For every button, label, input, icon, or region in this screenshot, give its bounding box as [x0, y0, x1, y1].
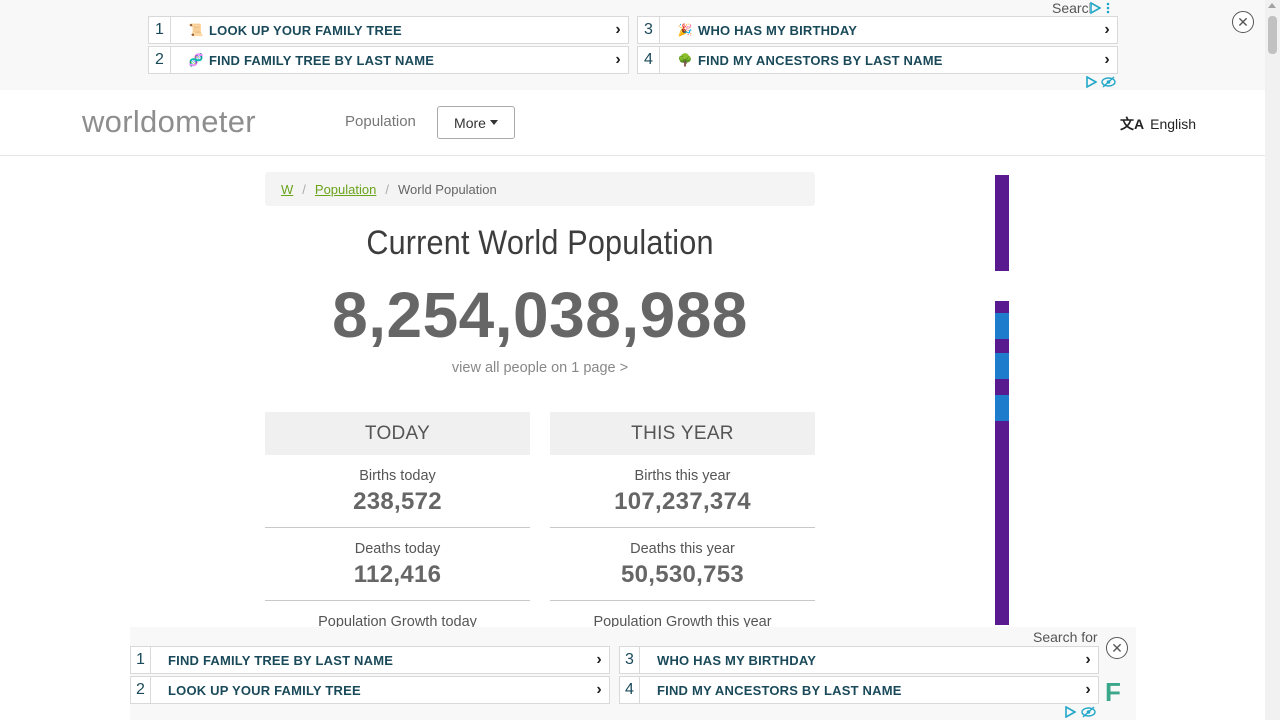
page-title: Current World Population [366, 224, 714, 262]
top-ad-banner: Search for 1 📜 LOOK UP YOUR FAMILY TREE … [0, 0, 1265, 90]
side-ad-button[interactable] [995, 353, 1009, 379]
deaths-this-year-stat: Deaths this year 50,530,753 [550, 528, 815, 601]
nav-population-link[interactable]: Population [345, 113, 416, 130]
hide-ad-icon[interactable] [1081, 706, 1096, 718]
bottom-ad-banner: Search for 1 FIND FAMILY TREE BY LAST NA… [130, 627, 1136, 720]
ad-link-label: FIND FAMILY TREE BY LAST NAME [168, 652, 394, 668]
ad-link-label: FIND FAMILY TREE BY LAST NAME [209, 52, 435, 68]
ad-link-number: 2 [131, 677, 151, 703]
party-icon: 🎉 [677, 23, 693, 37]
ad-link-label: WHO HAS MY BIRTHDAY [698, 22, 858, 38]
logo-text-start: worldo [82, 104, 176, 139]
births-this-year-stat: Births this year 107,237,374 [550, 455, 815, 528]
hide-ad-icon[interactable] [1101, 76, 1116, 88]
caret-down-icon [489, 120, 498, 125]
ad-choices-icon[interactable] [1064, 706, 1076, 718]
ad-link-number: 4 [620, 677, 640, 703]
breadcrumb: W / Population / World Population [265, 172, 815, 206]
more-dropdown-button[interactable]: More [437, 106, 515, 139]
language-label: English [1150, 116, 1197, 132]
ad-link-2[interactable]: 2 🧬 FIND FAMILY TREE BY LAST NAME › [148, 46, 629, 74]
ad-link-3[interactable]: 3 🎉 WHO HAS MY BIRTHDAY › [637, 16, 1118, 44]
scroll-thumb[interactable] [1268, 16, 1277, 54]
world-population-counter: 8,254,038,988 [332, 279, 748, 351]
ad-link-3[interactable]: 3 WHO HAS MY BIRTHDAY › [619, 646, 1099, 674]
ad-search-label: Search for [1033, 629, 1098, 645]
ad-link-number: 4 [638, 47, 660, 73]
stat-value: 238,572 [353, 488, 442, 515]
dna-icon: 🧬 [188, 53, 204, 67]
stat-value: 112,416 [353, 561, 442, 588]
today-heading: TODAY [265, 412, 530, 455]
language-selector[interactable]: 文A English [1120, 114, 1196, 134]
deaths-today-stat: Deaths today 112,416 [265, 528, 530, 601]
worldometer-logo[interactable]: worldometer [82, 104, 256, 140]
ad-link-label: LOOK UP YOUR FAMILY TREE [209, 22, 402, 38]
stat-label: Deaths this year [630, 541, 735, 557]
ad-link-number: 1 [131, 647, 151, 673]
births-today-stat: Births today 238,572 [265, 455, 530, 528]
site-navbar: worldometer Population More 文A English [0, 90, 1265, 156]
tree-icon: 🌳 [677, 53, 693, 67]
chevron-right-icon: › [1104, 21, 1110, 38]
ad-choices-icon[interactable] [1085, 76, 1097, 88]
ad-link-number: 1 [149, 17, 171, 43]
ad-link-label: FIND MY ANCESTORS BY LAST NAME [698, 52, 943, 68]
ad-link-label: WHO HAS MY BIRTHDAY [657, 652, 817, 668]
chevron-right-icon: › [1085, 651, 1091, 668]
logo-text-end: eter [201, 104, 256, 139]
translate-icon: 文A [1120, 116, 1145, 132]
close-ad-button[interactable]: ✕ [1106, 637, 1128, 659]
breadcrumb-separator: / [385, 181, 389, 197]
page-scrollbar[interactable] [1265, 0, 1280, 720]
breadcrumb-current: World Population [397, 181, 497, 197]
chevron-right-icon: › [596, 651, 602, 668]
this-year-heading: THIS YEAR [550, 412, 815, 455]
ad-network-logo-icon[interactable]: F [1105, 677, 1121, 708]
ad-link-number: 2 [149, 47, 171, 73]
ad-choices-icon[interactable] [1089, 2, 1101, 14]
ad-link-label: LOOK UP YOUR FAMILY TREE [168, 682, 361, 698]
ad-search-label: Search for [1052, 0, 1090, 16]
stat-label: Deaths today [354, 541, 441, 557]
chevron-right-icon: › [1104, 51, 1110, 68]
close-ad-button[interactable]: ✕ [1232, 11, 1254, 33]
breadcrumb-separator: / [302, 181, 306, 197]
ad-link-number: 3 [620, 647, 640, 673]
view-all-people-link[interactable]: view all people on 1 page > [265, 360, 815, 376]
side-ad-button[interactable] [995, 313, 1009, 339]
scroll-up-arrow-icon[interactable] [1268, 3, 1276, 8]
breadcrumb-home-link[interactable]: W [281, 182, 293, 197]
chevron-right-icon: › [596, 681, 602, 698]
chevron-right-icon: › [615, 21, 621, 38]
scroll-icon: 📜 [188, 23, 204, 37]
chevron-right-icon: › [615, 51, 621, 68]
side-ad-button[interactable] [995, 395, 1009, 421]
more-label: More [454, 114, 486, 131]
chevron-right-icon: › [1085, 681, 1091, 698]
side-ad-white-band [995, 271, 1009, 301]
ad-link-label: FIND MY ANCESTORS BY LAST NAME [657, 682, 902, 698]
stat-value: 107,237,374 [614, 488, 751, 515]
stat-label: Births this year [634, 468, 731, 484]
ad-link-4[interactable]: 4 FIND MY ANCESTORS BY LAST NAME › [619, 676, 1099, 704]
side-ad-banner[interactable] [995, 175, 1009, 625]
ad-link-4[interactable]: 4 🌳 FIND MY ANCESTORS BY LAST NAME › [637, 46, 1118, 74]
ad-link-number: 3 [638, 17, 660, 43]
ad-menu-icon[interactable] [1104, 2, 1112, 14]
stat-value: 50,530,753 [620, 561, 745, 588]
ad-link-1[interactable]: 1 FIND FAMILY TREE BY LAST NAME › [130, 646, 610, 674]
stat-label: Births today [359, 468, 436, 484]
ad-link-2[interactable]: 2 LOOK UP YOUR FAMILY TREE › [130, 676, 610, 704]
ad-link-1[interactable]: 1 📜 LOOK UP YOUR FAMILY TREE › [148, 16, 629, 44]
breadcrumb-population-link[interactable]: Population [315, 182, 376, 197]
logo-text-mid: m [175, 104, 202, 139]
